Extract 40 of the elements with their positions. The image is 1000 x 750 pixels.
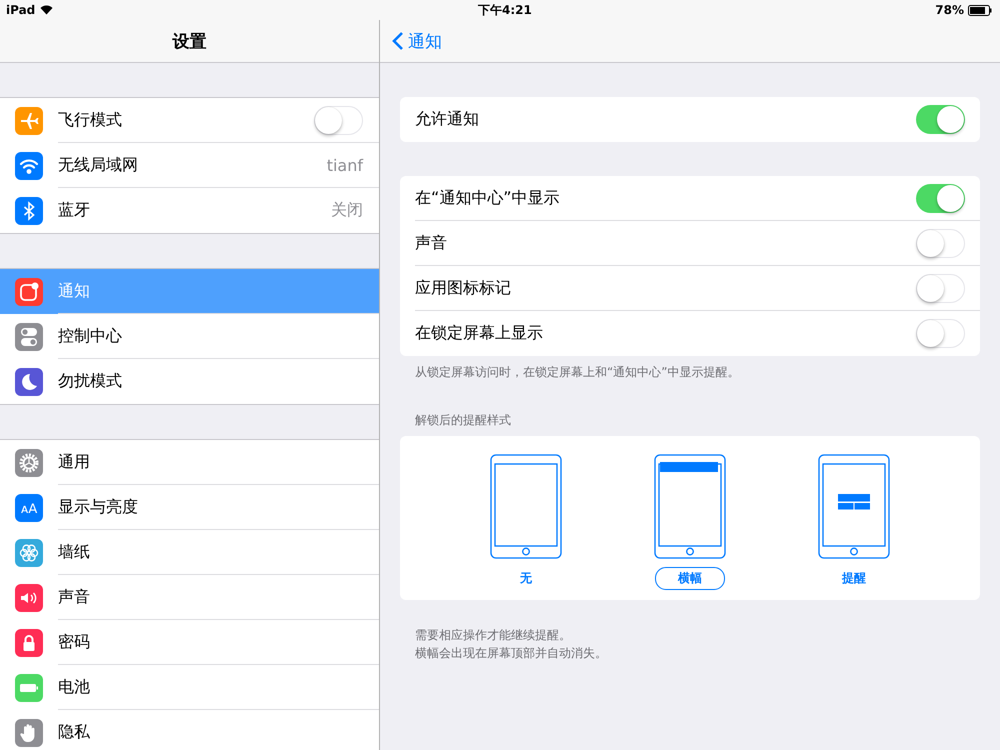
alert-style-option[interactable]: 横幅 [655, 567, 725, 590]
toggle-switch[interactable] [916, 319, 965, 348]
footer-note: 横幅会出现在屏幕顶部并自动消失。 [414, 645, 608, 662]
clock: 下午4:21 [478, 2, 532, 18]
setting-label: 应用图标标记 [415, 278, 512, 299]
section-header: 解锁后的提醒样式 [414, 412, 512, 429]
text-size-icon: ᴀA [15, 494, 43, 522]
battery-percentage: 78% [935, 3, 964, 17]
item-label: 通知 [58, 281, 91, 302]
setting-value: 关闭 [331, 200, 363, 221]
setting-label: 允许通知 [415, 109, 480, 130]
toggle-switch[interactable] [916, 229, 965, 258]
wifi-icon [40, 5, 54, 15]
back-button[interactable]: 通知 [380, 30, 442, 52]
sidebar-title: 设置 [172, 30, 206, 52]
item-label: 隐私 [58, 722, 91, 743]
toggle-switch[interactable] [916, 105, 965, 134]
item-label: 显示与亮度 [58, 497, 139, 518]
item-label: 通用 [58, 452, 91, 473]
item-label: 勿扰模式 [58, 371, 123, 392]
device-name: iPad [6, 3, 36, 17]
setting-value: tianf [326, 156, 363, 175]
setting-label: 在锁定屏幕上显示 [415, 323, 544, 344]
back-chevron-icon [392, 31, 404, 51]
item-label: 声音 [58, 587, 91, 608]
setting-label: 在“通知中心”中显示 [415, 188, 561, 209]
setting-label: 声音 [415, 233, 448, 254]
battery-icon [968, 4, 992, 16]
item-label: 密码 [58, 632, 91, 653]
toggle-switch[interactable] [314, 106, 363, 135]
footer-note: 需要相应操作才能继续提醒。 [414, 627, 572, 644]
toggle-switch[interactable] [916, 274, 965, 303]
item-label: 控制中心 [58, 326, 123, 347]
footer-note: 从锁定屏幕访问时，在锁定屏幕上和“通知中心”中显示提醒。 [414, 364, 740, 381]
item-label: 墙纸 [58, 542, 91, 563]
item-label: 飞行模式 [58, 110, 123, 131]
toggle-switch[interactable] [916, 184, 965, 213]
item-label: 蓝牙 [58, 200, 91, 221]
item-label: 电池 [58, 677, 91, 698]
item-label: 无线局域网 [58, 155, 139, 176]
